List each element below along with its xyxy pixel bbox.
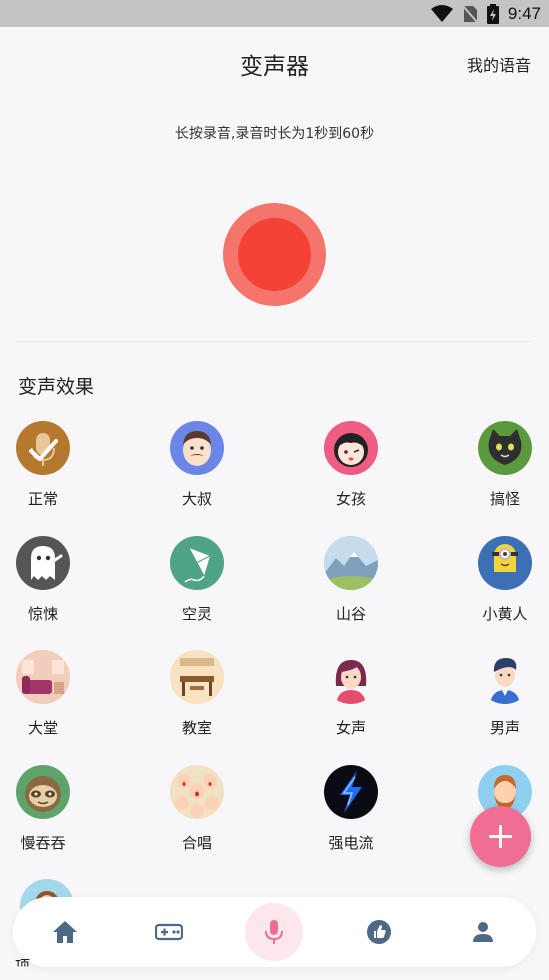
man-icon <box>478 650 532 704</box>
record-button[interactable] <box>223 203 326 306</box>
effect-electric[interactable]: 强电流 <box>311 765 391 853</box>
effect-label: 女声 <box>335 719 366 737</box>
home-icon <box>53 921 77 943</box>
my-voice-link[interactable]: 我的语音 <box>467 52 531 76</box>
effect-label: 搞怪 <box>489 490 520 508</box>
effect-label: 教室 <box>181 719 212 737</box>
effect-funny[interactable]: 搞怪 <box>465 421 545 509</box>
effect-slow[interactable]: 慢吞吞 <box>3 765 83 853</box>
effect-label: 小黄人 <box>482 605 528 623</box>
ghost-icon <box>16 536 70 590</box>
girl-face-icon <box>324 421 378 475</box>
battery-charging-icon <box>486 3 499 24</box>
cat-face-icon <box>478 421 532 475</box>
nav-home[interactable] <box>35 897 95 967</box>
clock: 9:47 <box>507 3 541 23</box>
effect-label-partial: 项 <box>15 957 31 975</box>
effect-label: 大叔 <box>181 490 212 508</box>
microphone-check-icon <box>16 421 70 475</box>
app-screen: 变声器 我的语音 长按录音,录音时长为1秒到60秒 变声效果 正常 大叔 女孩 … <box>0 27 549 980</box>
effect-valley[interactable]: 山谷 <box>311 536 391 624</box>
nav-like[interactable] <box>349 897 409 967</box>
no-sim-icon <box>462 4 478 23</box>
effect-normal[interactable]: 正常 <box>3 421 83 509</box>
uncle-face-icon <box>170 421 224 475</box>
record-button-core <box>238 218 311 291</box>
effect-horror[interactable]: 惊悚 <box>3 536 83 624</box>
mountain-valley-icon <box>324 536 378 590</box>
effect-label: 男声 <box>489 719 520 737</box>
effect-label: 大堂 <box>27 719 58 737</box>
effect-female-voice[interactable]: 女声 <box>311 650 391 738</box>
gamepad-icon <box>155 923 183 941</box>
effect-chorus[interactable]: 合唱 <box>157 765 237 853</box>
effect-label: 正常 <box>27 490 58 508</box>
nav-games[interactable] <box>139 897 199 967</box>
effect-minion[interactable]: 小黄人 <box>465 536 545 624</box>
wifi-icon <box>430 4 453 22</box>
record-hint: 长按录音,录音时长为1秒到60秒 <box>174 126 375 142</box>
microphone-icon <box>265 920 283 944</box>
bottom-nav <box>13 897 536 967</box>
effect-girl[interactable]: 女孩 <box>311 421 391 509</box>
minion-icon <box>478 536 532 590</box>
add-fab-button[interactable] <box>470 806 531 867</box>
nav-record-highlight <box>245 903 303 961</box>
nav-profile[interactable] <box>453 897 513 967</box>
effect-label: 合唱 <box>181 834 212 852</box>
effect-lobby[interactable]: 大堂 <box>3 650 83 738</box>
chorus-icon <box>170 765 224 819</box>
nav-record[interactable] <box>244 897 304 967</box>
lobby-icon <box>16 650 70 704</box>
effect-label: 强电流 <box>328 834 374 852</box>
effect-label: 空灵 <box>181 605 212 623</box>
effect-label: 山谷 <box>335 605 366 623</box>
effect-label: 慢吞吞 <box>20 834 66 852</box>
effects-section-title: 变声效果 <box>18 376 95 398</box>
effect-uncle[interactable]: 大叔 <box>157 421 237 509</box>
divider <box>16 341 532 342</box>
effect-label: 女孩 <box>335 490 366 508</box>
lightning-icon <box>324 765 378 819</box>
kite-icon <box>170 536 224 590</box>
effect-male-voice[interactable]: 男声 <box>465 650 545 738</box>
effect-classroom[interactable]: 教室 <box>157 650 237 738</box>
person-icon <box>473 922 493 942</box>
effect-label: 惊悚 <box>27 605 58 623</box>
sloth-icon <box>16 765 70 819</box>
woman-icon <box>324 650 378 704</box>
thumbs-up-icon <box>367 920 391 944</box>
effect-ethereal[interactable]: 空灵 <box>157 536 237 624</box>
classroom-icon <box>170 650 224 704</box>
status-bar: 9:47 <box>0 0 549 27</box>
